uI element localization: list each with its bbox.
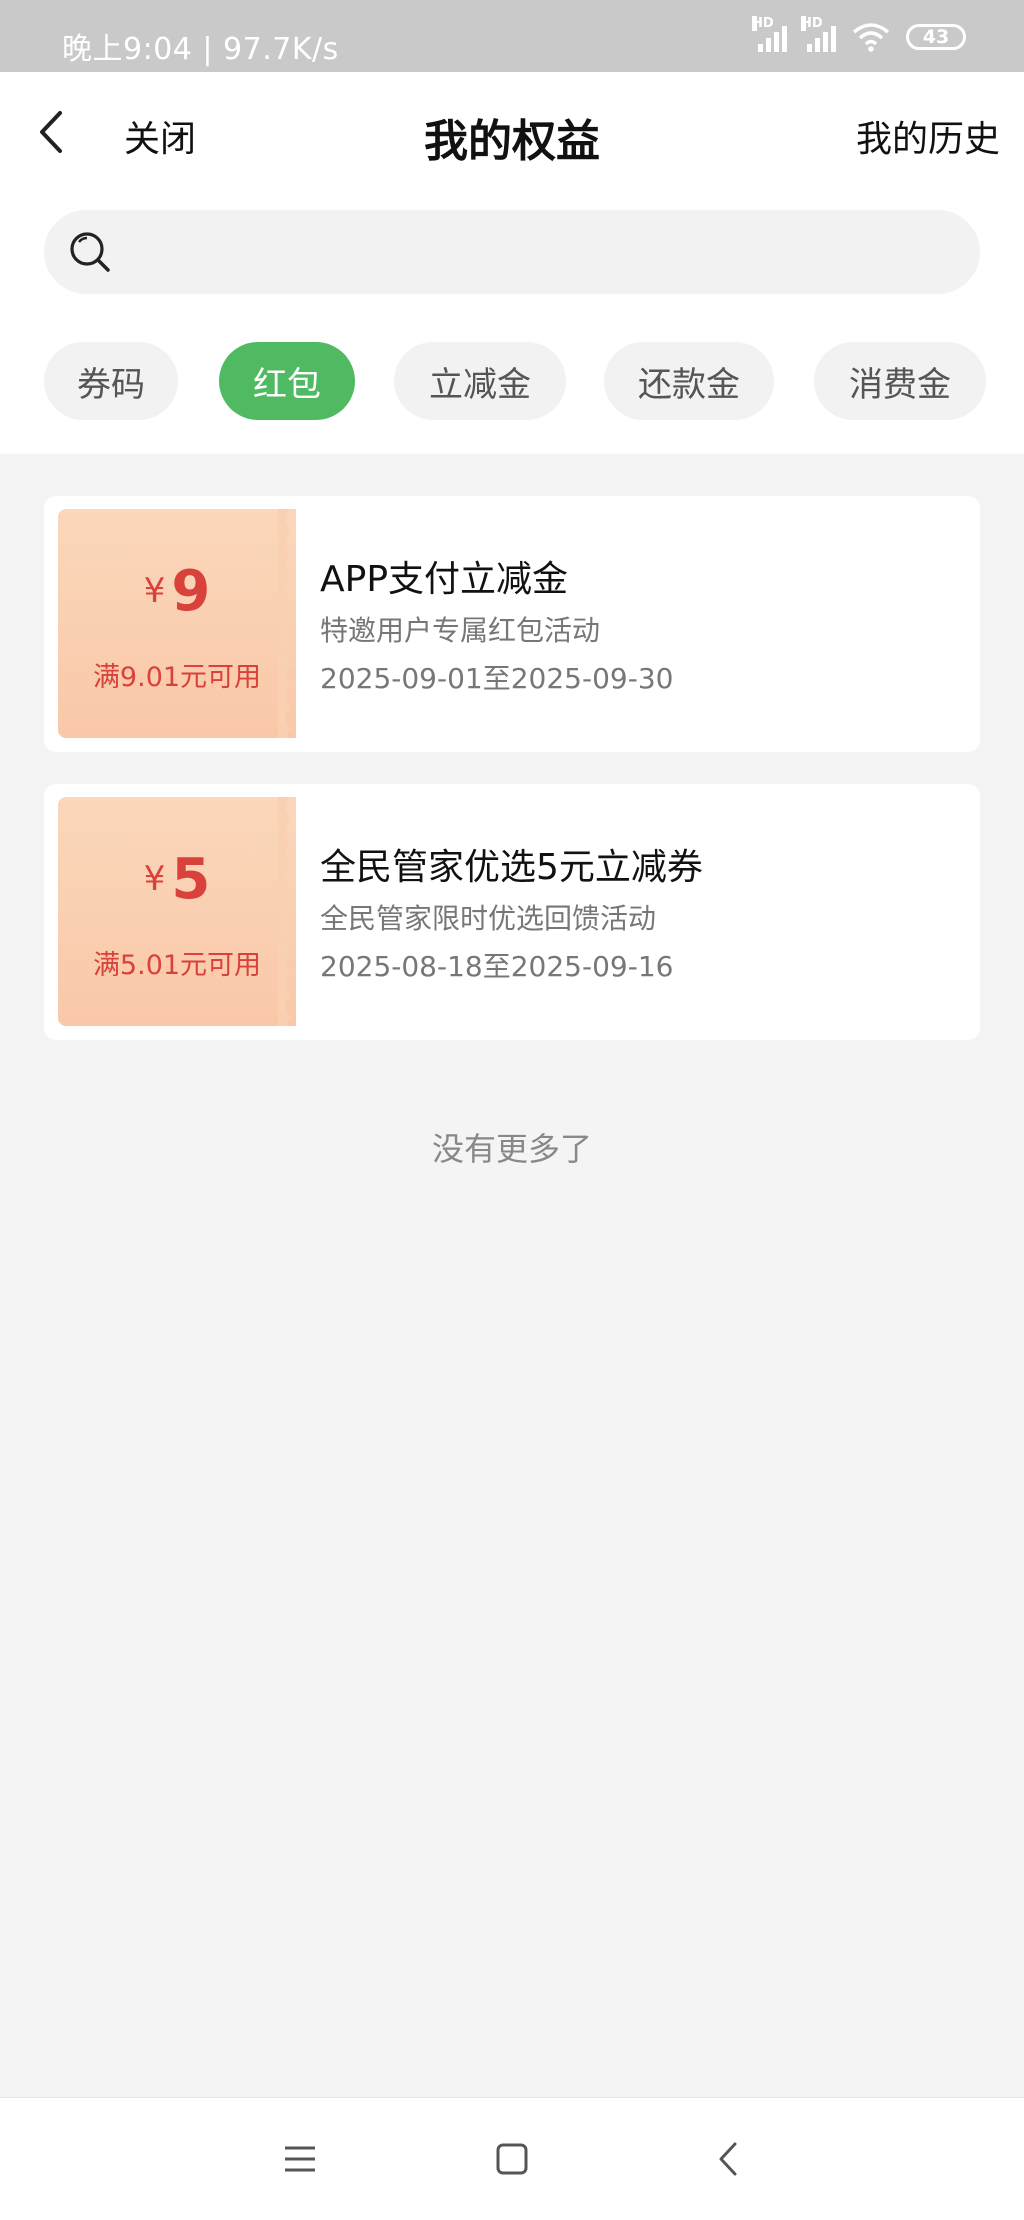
menu-icon <box>285 2146 315 2172</box>
coupon-card[interactable]: ¥9 满9.01元可用 APP支付立减金 特邀用户专属红包活动 2025-09-… <box>44 496 980 752</box>
perforated-edge <box>278 509 290 738</box>
close-button[interactable]: 关闭 <box>124 110 196 162</box>
coupon-amount: ¥5 <box>58 847 296 912</box>
coupon-stub: ¥9 满9.01元可用 <box>58 509 296 738</box>
status-time-speed: 晚上9:04 | 97.7K/s <box>62 32 339 67</box>
system-nav-bar <box>0 2097 1024 2220</box>
back-button[interactable] <box>668 2098 788 2220</box>
perforated-edge <box>278 797 290 1026</box>
tab-instant-discount[interactable]: 立减金 <box>394 342 566 420</box>
coupon-title: 全民管家优选5元立减券 <box>320 847 703 888</box>
tab-red-packet[interactable]: 红包 <box>219 342 355 420</box>
history-button[interactable]: 我的历史 <box>856 110 1000 162</box>
hd-label: HD <box>801 16 823 31</box>
home-square-icon <box>496 2143 528 2175</box>
wifi-icon <box>852 23 890 52</box>
battery-level: 43 <box>922 26 950 48</box>
amount-value: 5 <box>171 847 211 912</box>
coupon-validity: 2025-09-01至2025-09-30 <box>320 662 674 695</box>
menu-button[interactable] <box>240 2098 360 2220</box>
coupon-validity: 2025-08-18至2025-09-16 <box>320 950 674 983</box>
tab-coupon-code[interactable]: 券码 <box>44 342 178 420</box>
coupon-title: APP支付立减金 <box>320 559 569 600</box>
search-input[interactable] <box>44 210 980 294</box>
chevron-left-icon[interactable] <box>34 109 70 155</box>
tab-bar: 券码 红包 立减金 还款金 消费金 <box>0 342 1024 422</box>
coupon-condition: 满5.01元可用 <box>92 950 262 981</box>
signal-hd-icon: HD <box>801 16 836 52</box>
coupon-amount: ¥9 <box>58 559 296 624</box>
signal-hd-icon: HD <box>752 16 787 52</box>
battery-icon: 43 <box>906 24 966 50</box>
home-button[interactable] <box>452 2098 572 2220</box>
currency-symbol: ¥ <box>143 859 166 899</box>
coupon-card[interactable]: ¥5 满5.01元可用 全民管家优选5元立减券 全民管家限时优选回馈活动 202… <box>44 784 980 1040</box>
status-icons: HD HD 43 <box>752 16 966 52</box>
header: 关闭 我的权益 我的历史 券码 红包 立减金 还款金 消费金 <box>0 72 1024 454</box>
amount-value: 9 <box>171 559 211 624</box>
coupon-stub: ¥5 满5.01元可用 <box>58 797 296 1026</box>
back-triangle-icon <box>719 2142 737 2176</box>
search-icon <box>70 232 110 272</box>
status-bar: 晚上9:04 | 97.7K/s HD HD 43 <box>0 0 1024 72</box>
currency-symbol: ¥ <box>143 571 166 611</box>
tab-consumption[interactable]: 消费金 <box>814 342 986 420</box>
no-more-text: 没有更多了 <box>431 1130 592 1168</box>
tab-repayment[interactable]: 还款金 <box>604 342 774 420</box>
coupon-condition: 满9.01元可用 <box>92 662 262 693</box>
hd-label: HD <box>752 16 774 31</box>
coupon-subtitle: 全民管家限时优选回馈活动 <box>320 902 657 935</box>
coupon-subtitle: 特邀用户专属红包活动 <box>320 614 601 647</box>
